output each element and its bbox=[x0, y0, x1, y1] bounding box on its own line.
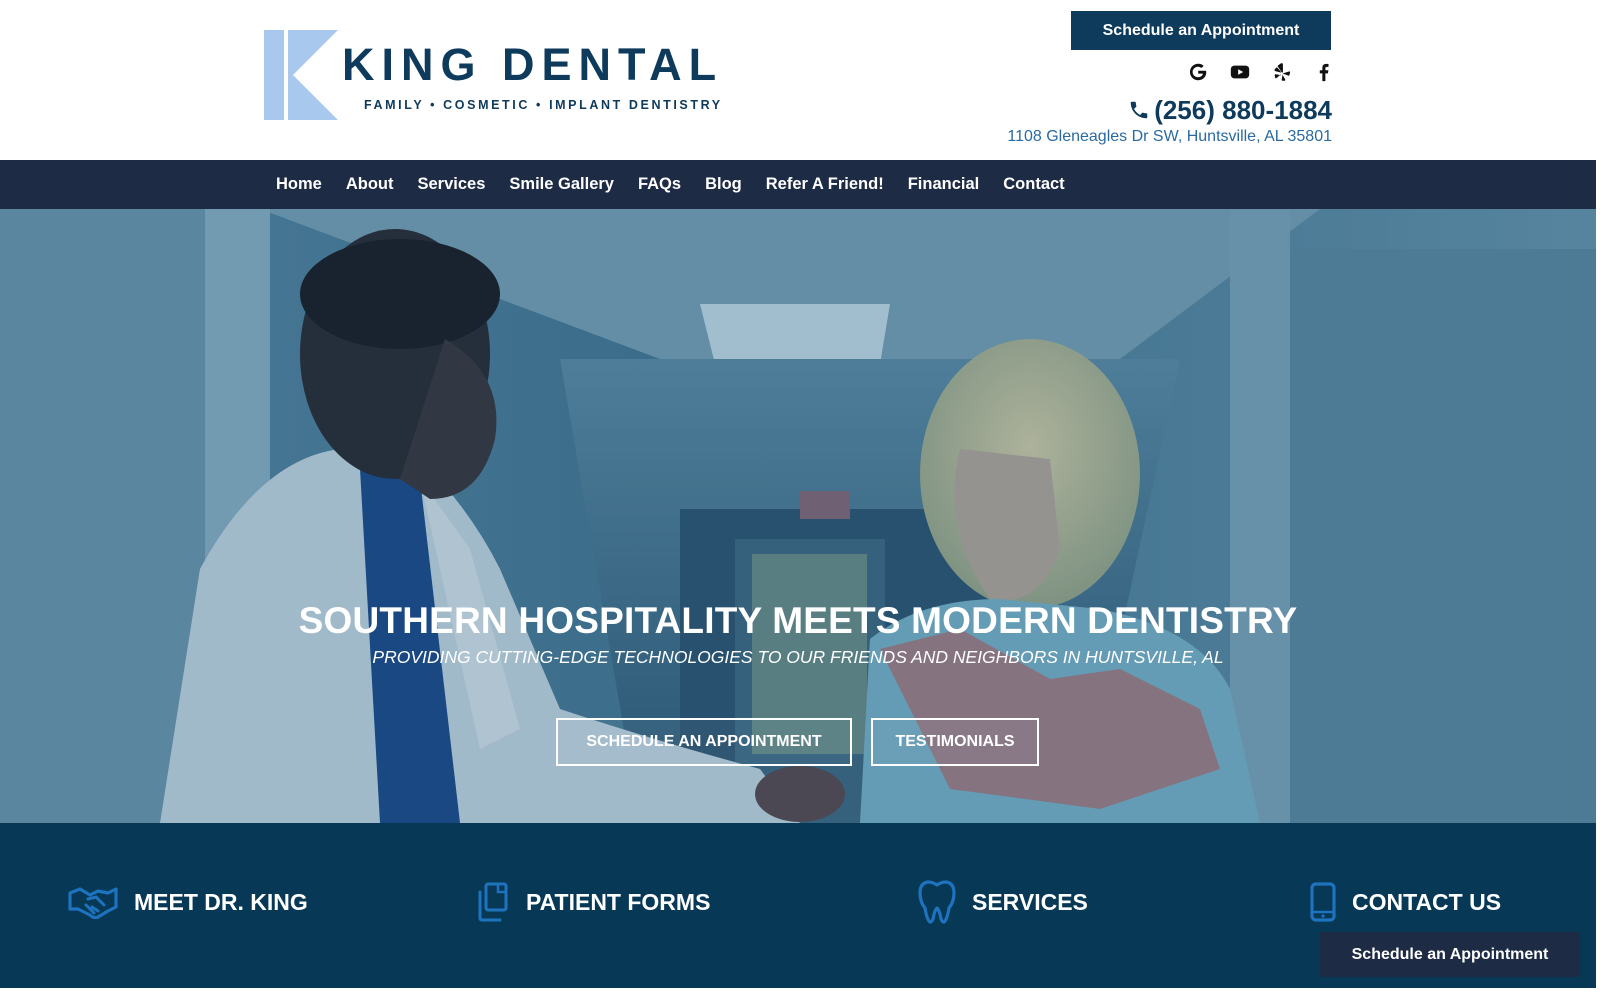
nav-item-smile-gallery[interactable]: Smile Gallery bbox=[509, 175, 614, 194]
hero-title: SOUTHERN HOSPITALITY MEETS MODERN DENTIS… bbox=[298, 600, 1298, 641]
nav-item-blog[interactable]: Blog bbox=[705, 175, 742, 194]
hero-schedule-appointment-button[interactable]: SCHEDULE AN APPOINTMENT bbox=[556, 718, 852, 766]
feature-contact-us-label: CONTACT US bbox=[1352, 888, 1502, 915]
yelp-icon[interactable] bbox=[1270, 60, 1294, 84]
hero-testimonials-button[interactable]: TESTIMONIALS bbox=[871, 718, 1039, 766]
phone-mobile-icon bbox=[1310, 882, 1336, 922]
hero-subtitle: PROVIDING CUTTING-EDGE TECHNOLOGIES TO O… bbox=[372, 647, 1224, 667]
feature-patient-forms-label: PATIENT FORMS bbox=[526, 888, 711, 915]
feature-services[interactable]: SERVICES bbox=[918, 879, 1088, 925]
hero-banner: SOUTHERN HOSPITALITY MEETS MODERN DENTIS… bbox=[0, 209, 1596, 823]
phone-number: (256) 880-1884 bbox=[1154, 94, 1332, 125]
site-header: KING DENTAL FAMILY • COSMETIC • IMPLANT … bbox=[0, 0, 1600, 160]
office-address[interactable]: 1108 Gleneagles Dr SW, Huntsville, AL 35… bbox=[930, 128, 1332, 146]
documents-icon bbox=[476, 882, 510, 922]
feature-services-label: SERVICES bbox=[972, 888, 1088, 915]
nav-item-refer-a-friend[interactable]: Refer A Friend! bbox=[766, 175, 884, 194]
nav-item-contact[interactable]: Contact bbox=[1003, 175, 1064, 194]
phone-link[interactable]: (256) 880-1884 bbox=[1110, 93, 1332, 127]
handshake-icon bbox=[68, 885, 118, 919]
social-links bbox=[1166, 60, 1336, 88]
feature-meet-dr-king-label: MEET DR. KING bbox=[134, 888, 308, 915]
header-schedule-button[interactable]: Schedule an Appointment bbox=[1071, 11, 1331, 50]
feature-meet-dr-king[interactable]: MEET DR. KING bbox=[68, 879, 308, 925]
tooth-icon bbox=[918, 880, 956, 924]
feature-patient-forms[interactable]: PATIENT FORMS bbox=[476, 879, 710, 925]
nav-item-financial[interactable]: Financial bbox=[908, 175, 980, 194]
main-navigation: Home About Services Smile Gallery FAQs B… bbox=[0, 160, 1596, 209]
nav-list: Home About Services Smile Gallery FAQs B… bbox=[276, 160, 1065, 209]
phone-icon bbox=[1128, 99, 1150, 121]
nav-item-services[interactable]: Services bbox=[418, 175, 486, 194]
logo-k-mark-icon bbox=[264, 30, 338, 120]
youtube-icon[interactable] bbox=[1228, 60, 1252, 84]
feature-contact-us[interactable]: CONTACT US bbox=[1310, 879, 1501, 925]
google-icon[interactable] bbox=[1186, 60, 1210, 84]
king-dental-logo[interactable]: KING DENTAL FAMILY • COSMETIC • IMPLANT … bbox=[264, 30, 764, 122]
logo-tagline: FAMILY • COSMETIC • IMPLANT DENTISTRY bbox=[364, 98, 723, 112]
nav-item-home[interactable]: Home bbox=[276, 175, 322, 194]
floating-schedule-button[interactable]: Schedule an Appointment bbox=[1320, 932, 1580, 977]
logo-name: KING DENTAL bbox=[342, 39, 724, 90]
nav-item-faqs[interactable]: FAQs bbox=[638, 175, 681, 194]
nav-item-about[interactable]: About bbox=[346, 175, 394, 194]
facebook-icon[interactable] bbox=[1312, 60, 1336, 84]
